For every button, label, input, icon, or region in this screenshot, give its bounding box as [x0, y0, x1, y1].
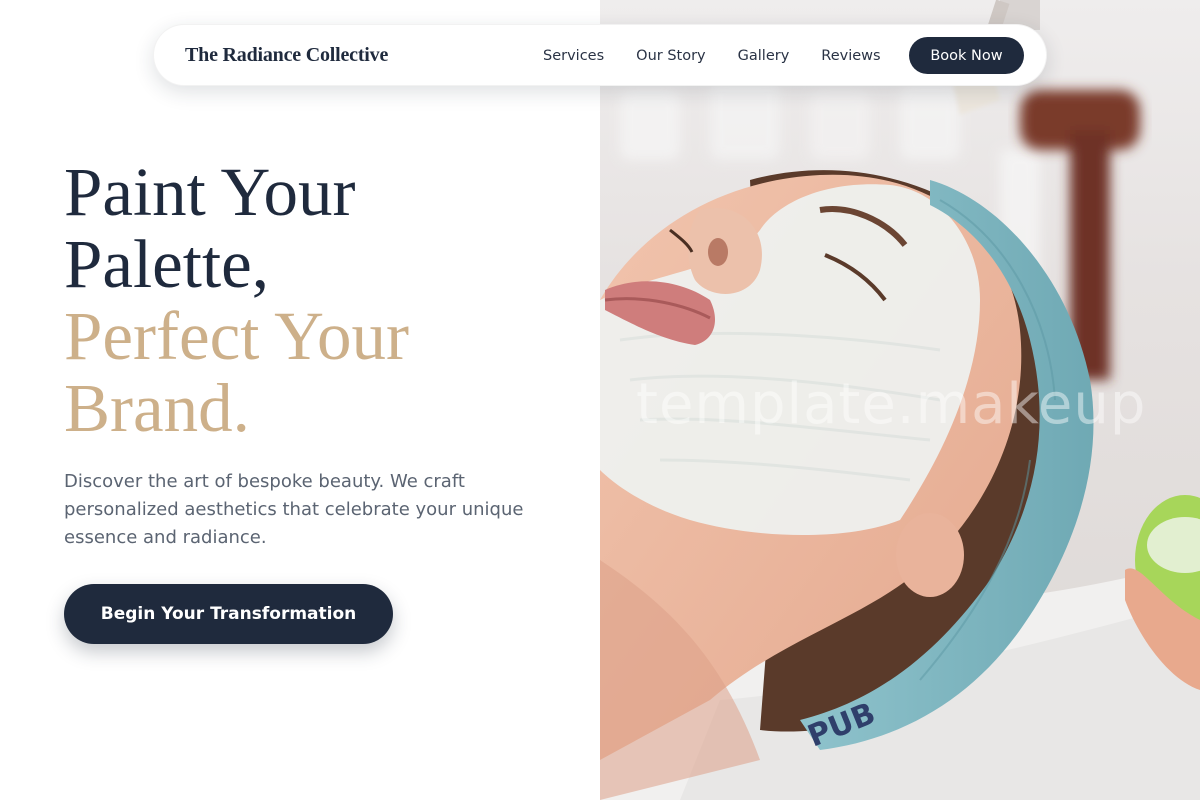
- headline-line-2: Palette,: [64, 226, 270, 302]
- nav-link-reviews[interactable]: Reviews: [821, 48, 880, 64]
- brand-logo-text[interactable]: The Radiance Collective: [185, 44, 388, 67]
- hero-headline: Paint Your Palette, Perfect Your Brand.: [64, 156, 584, 444]
- image-watermark: template.makeup: [636, 372, 1147, 437]
- book-now-button[interactable]: Book Now: [909, 37, 1024, 74]
- nav-link-services[interactable]: Services: [543, 48, 604, 64]
- headline-line-1: Paint Your: [64, 154, 356, 230]
- navbar: The Radiance Collective Services Our Sto…: [153, 24, 1047, 86]
- nav-link-our-story[interactable]: Our Story: [636, 48, 705, 64]
- nav-links: Services Our Story Gallery Reviews: [543, 25, 913, 87]
- hero-image: PUB template.makeup: [600, 0, 1200, 800]
- page: PUB template.makeup The Radiance Collect…: [0, 0, 1200, 800]
- begin-transformation-button[interactable]: Begin Your Transformation: [64, 584, 393, 644]
- hero-description: Discover the art of bespoke beauty. We c…: [64, 471, 524, 548]
- headline-line-4: Brand.: [64, 370, 250, 446]
- nav-link-gallery[interactable]: Gallery: [738, 48, 790, 64]
- headline-line-3: Perfect Your: [64, 298, 409, 374]
